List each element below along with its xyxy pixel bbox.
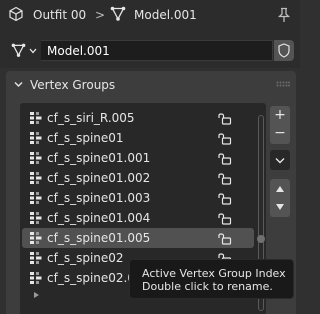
tooltip: Active Vertex Group Index Double click t…	[129, 259, 294, 299]
triangle-up-icon	[276, 186, 284, 192]
vertex-group-name: cf_s_spine01.003	[47, 191, 151, 205]
pin-icon[interactable]	[277, 7, 291, 23]
lock-open-icon[interactable]	[218, 172, 232, 185]
object-cube-icon	[9, 6, 23, 22]
tooltip-hint: Double click to rename.	[142, 280, 273, 293]
vertex-group-icon	[30, 132, 42, 144]
list-scrollbar-thumb[interactable]	[257, 235, 265, 243]
move-up-button[interactable]	[270, 179, 290, 199]
panel-title: Vertex Groups	[30, 78, 116, 92]
drag-handle-icon[interactable]	[276, 81, 290, 87]
triangle-down-icon	[276, 204, 284, 210]
move-down-button[interactable]	[270, 197, 290, 217]
lock-open-icon[interactable]	[218, 192, 232, 205]
vertex-group-icon	[30, 172, 42, 184]
lock-open-icon[interactable]	[218, 132, 232, 145]
list-item[interactable]: cf_s_spine01.004	[22, 208, 254, 228]
vertex-group-icon	[30, 192, 42, 204]
vertex-group-name: cf_s_siri_R.005	[47, 111, 135, 125]
breadcrumb-separator: >	[95, 8, 106, 22]
expand-filter-triangle-icon[interactable]	[33, 291, 40, 299]
vertex-group-icon	[30, 252, 42, 264]
breadcrumb-mesh-name: Model.001	[134, 8, 197, 22]
remove-vertex-group-button[interactable]: −	[270, 124, 290, 144]
vertex-group-name: cf_s_spine01.001	[47, 151, 151, 165]
lock-open-icon[interactable]	[218, 232, 232, 245]
list-item-active[interactable]: cf_s_spine01.005	[22, 228, 254, 248]
mesh-name-field[interactable]: Model.001	[41, 40, 273, 61]
lock-open-icon[interactable]	[218, 152, 232, 165]
vertex-group-name: cf_s_spine02	[47, 251, 124, 265]
mesh-browse-dropdown[interactable]	[7, 40, 41, 61]
mesh-data-icon	[11, 43, 26, 57]
shield-icon	[278, 43, 290, 58]
chevron-down-icon	[275, 158, 285, 164]
tooltip-title: Active Vertex Group Index	[142, 267, 286, 280]
properties-header: Outfit 00 > Model.001	[0, 0, 300, 32]
fake-user-button[interactable]	[274, 40, 294, 61]
lock-open-icon[interactable]	[218, 112, 232, 125]
list-item[interactable]: cf_s_spine01.003	[22, 188, 254, 208]
vertex-group-icon	[30, 152, 42, 164]
lock-open-icon[interactable]	[218, 212, 232, 225]
list-item[interactable]: cf_s_siri_R.005	[22, 108, 254, 128]
vertex-group-icon	[30, 112, 42, 124]
chevron-down-icon[interactable]	[14, 81, 23, 88]
breadcrumb-object-name: Outfit 00	[33, 8, 87, 22]
list-item[interactable]: cf_s_spine01.001	[22, 148, 254, 168]
list-item[interactable]: cf_s_spine01	[22, 128, 254, 148]
mesh-data-icon	[110, 6, 126, 21]
chevron-down-icon	[29, 48, 37, 54]
vertex-group-name: cf_s_spine01	[47, 131, 124, 145]
vertex-group-name: cf_s_spine01.004	[47, 211, 151, 225]
datablock-selector: Model.001	[0, 32, 300, 68]
vertex-group-icon	[30, 272, 42, 284]
panel-header[interactable]: Vertex Groups	[6, 71, 296, 99]
vertex-group-name: cf_s_spine01.002	[47, 171, 151, 185]
vertex-group-icon	[30, 212, 42, 224]
list-item[interactable]: cf_s_spine01.002	[22, 168, 254, 188]
vertex-group-name: cf_s_spine01.005	[47, 231, 151, 245]
vertex-group-icon	[30, 232, 42, 244]
add-vertex-group-button[interactable]: +	[270, 106, 290, 126]
specials-menu-button[interactable]	[270, 150, 290, 170]
